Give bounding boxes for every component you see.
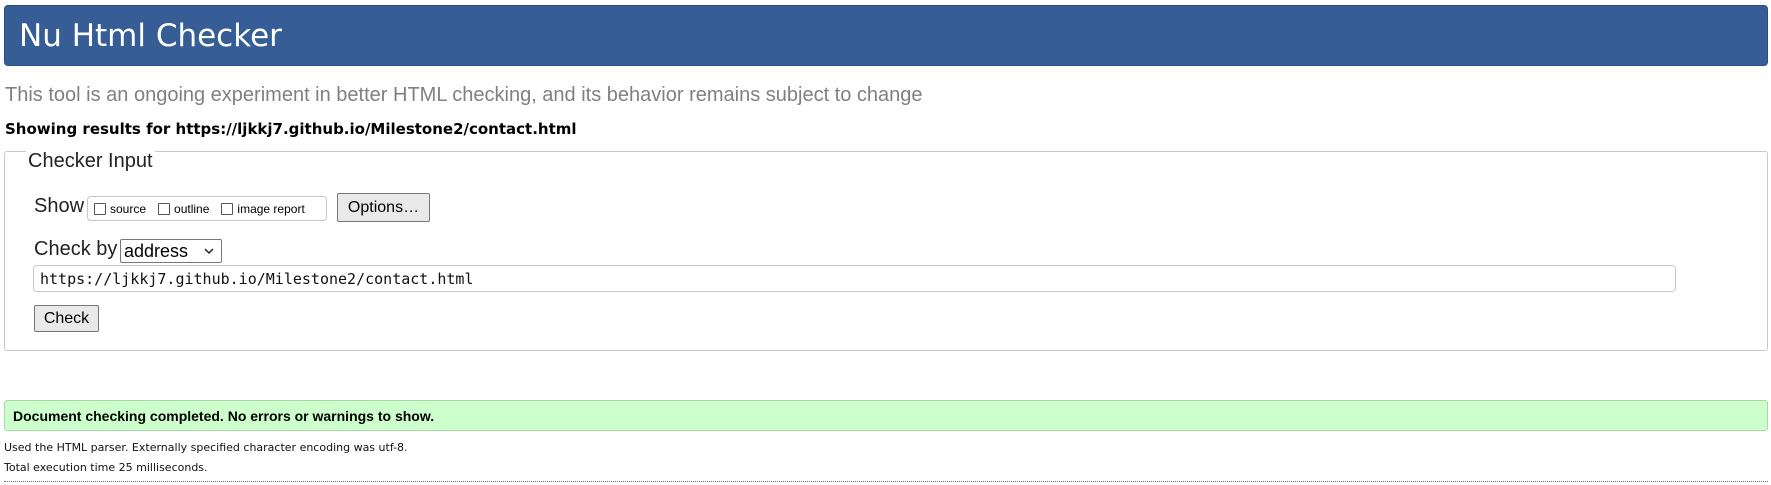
- execution-time: Total execution time 25 milliseconds.: [4, 461, 208, 474]
- check-button[interactable]: Check: [34, 305, 99, 332]
- check-by-label: Check by: [34, 238, 118, 260]
- source-checkbox[interactable]: [94, 202, 106, 215]
- show-options-group: source outline image report: [87, 196, 327, 221]
- divider: [4, 481, 1768, 482]
- page-header: Nu Html Checker: [4, 5, 1768, 66]
- show-label: Show: [34, 195, 85, 217]
- options-button[interactable]: Options…: [337, 193, 430, 222]
- parser-info: Used the HTML parser. Externally specifi…: [4, 441, 408, 454]
- option-image-report[interactable]: image report: [221, 201, 305, 216]
- image-report-checkbox[interactable]: [221, 202, 234, 215]
- showing-prefix: Showing results for: [5, 120, 176, 138]
- url-input[interactable]: https://ljkkj7.github.io/Milestone2/cont…: [33, 265, 1676, 292]
- page: Nu Html Checker This tool is an ongoing …: [0, 0, 1771, 485]
- source-label: source: [110, 201, 147, 216]
- success-message: Document checking completed. No errors o…: [4, 400, 1768, 431]
- outline-label: outline: [174, 201, 210, 216]
- check-by-value: address: [124, 240, 189, 261]
- outline-checkbox[interactable]: [158, 202, 171, 215]
- chevron-down-icon: [203, 242, 215, 263]
- page-title: Nu Html Checker: [19, 18, 282, 54]
- checker-input-fieldset: [4, 151, 1768, 351]
- check-by-select[interactable]: address: [120, 239, 222, 263]
- result-details: Used the HTML parser. Externally specifi…: [4, 438, 408, 478]
- image-report-label: image report: [237, 201, 305, 216]
- checker-input-legend: Checker Input: [26, 150, 155, 172]
- option-outline[interactable]: outline: [158, 202, 209, 216]
- subtitle: This tool is an ongoing experiment in be…: [5, 84, 923, 106]
- showing-results: Showing results for https://ljkkj7.githu…: [5, 120, 577, 138]
- showing-url: https://ljkkj7.github.io/Milestone2/cont…: [175, 120, 577, 138]
- option-source[interactable]: source: [94, 202, 146, 216]
